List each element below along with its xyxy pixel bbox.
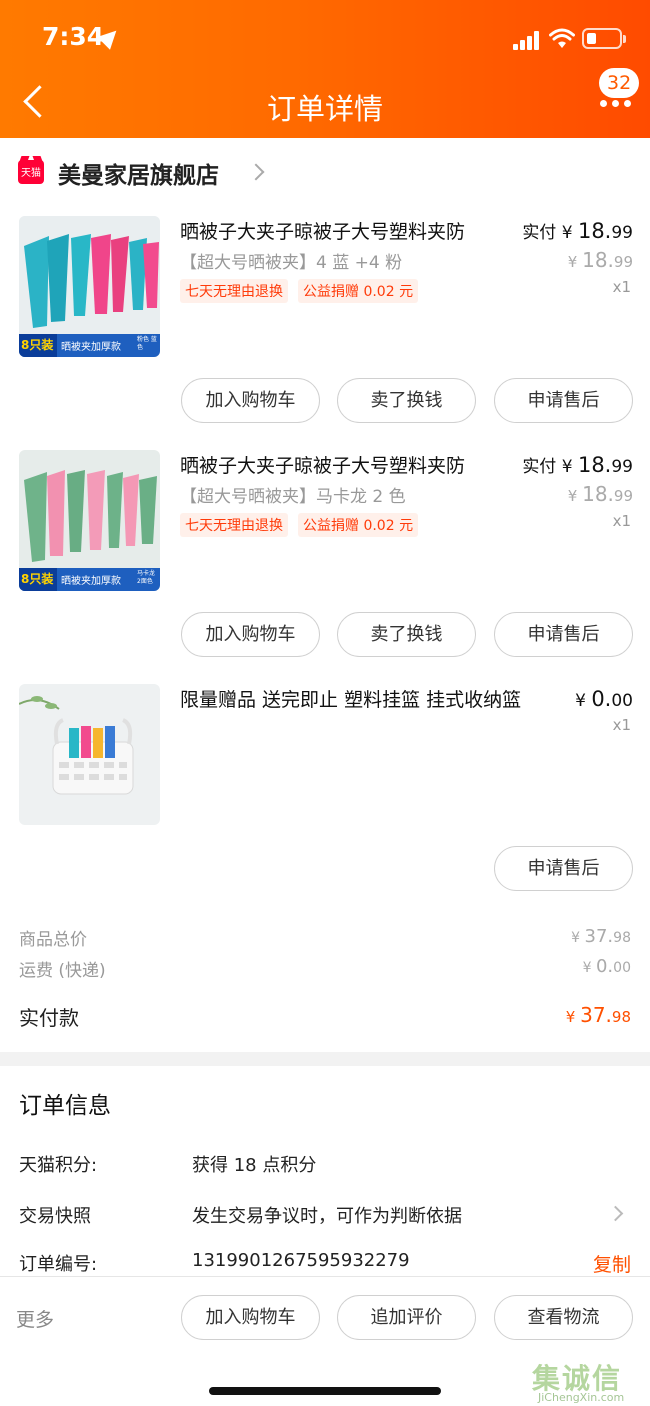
view-logistics-button[interactable]: 查看物流 xyxy=(494,1295,633,1340)
amount-paid-value: ¥ 37.98 xyxy=(565,1003,631,1027)
message-badge: 32 xyxy=(599,68,640,98)
shipping-label: 运费 (快递) xyxy=(19,961,106,981)
product-quantity: x1 xyxy=(612,278,631,296)
product-paid-price: ¥ 0.00 xyxy=(575,687,633,711)
product-paid-price: 实付 ¥ 18.99 xyxy=(522,453,633,477)
resell-button[interactable]: 卖了换钱 xyxy=(337,612,476,657)
product-tags: 七天无理由退换 公益捐赠 0.02 元 xyxy=(180,279,419,303)
chevron-right-icon[interactable] xyxy=(247,163,265,181)
store-name[interactable]: 美曼家居旗舰店 xyxy=(58,156,219,190)
product-quantity: x1 xyxy=(612,512,631,530)
order-number-value: 1319901267595932279 xyxy=(192,1250,410,1271)
tag-return-policy: 七天无理由退换 xyxy=(180,513,288,537)
product-title[interactable]: 晒被子大夹子晾被子大号塑料夹防 xyxy=(180,451,465,478)
shipping-value: ¥ 0.00 xyxy=(582,956,631,977)
product-image[interactable] xyxy=(19,684,160,825)
add-to-cart-button[interactable]: 加入购物车 xyxy=(181,1295,320,1340)
page-title: 订单详情 xyxy=(266,92,383,126)
product-original-price: ¥ 18.99 xyxy=(567,482,633,506)
trade-snapshot-label[interactable]: 交易快照 xyxy=(19,1202,91,1228)
product-original-price: ¥ 18.99 xyxy=(567,248,633,272)
order-number-label: 订单编号: xyxy=(19,1254,98,1275)
product-image-caption: 晒被夹加厚款 xyxy=(61,576,121,587)
home-indicator xyxy=(209,1387,441,1395)
tmall-points-value: 获得 18 点积分 xyxy=(192,1155,317,1176)
status-time: 7:34 xyxy=(42,22,105,51)
signal-icon xyxy=(513,30,541,50)
product-title[interactable]: 晒被子大夹子晾被子大号塑料夹防 xyxy=(180,217,465,244)
product-image[interactable]: 8只装 晒被夹加厚款 粉色 蓝色 xyxy=(19,216,160,357)
more-actions-button[interactable]: 更多 xyxy=(16,1305,54,1332)
tag-return-policy: 七天无理由退换 xyxy=(180,279,288,303)
product-image-badge: 8只装 xyxy=(21,572,54,586)
add-to-cart-button[interactable]: 加入购物车 xyxy=(181,612,320,657)
amount-paid-label: 实付款 xyxy=(19,1006,79,1030)
tag-charity: 公益捐赠 0.02 元 xyxy=(298,279,419,303)
product-image-badge: 8只装 xyxy=(21,338,54,352)
order-info-title: 订单信息 xyxy=(19,1093,111,1119)
product-sku: 【超大号晒被夹】马卡龙 2 色 xyxy=(180,487,406,507)
tmall-logo-icon: 天猫 xyxy=(18,160,44,184)
product-image-note: 马卡龙 2面色 xyxy=(137,570,156,585)
goods-total-label: 商品总价 xyxy=(19,930,87,950)
product-image-note: 粉色 蓝色 xyxy=(137,336,157,351)
resell-button[interactable]: 卖了换钱 xyxy=(337,378,476,423)
battery-icon xyxy=(582,28,626,49)
chevron-right-icon[interactable] xyxy=(607,1205,624,1222)
product-quantity: x1 xyxy=(612,716,631,734)
product-sku: 【超大号晒被夹】4 蓝 +4 粉 xyxy=(180,253,403,273)
product-image[interactable]: 8只装 晒被夹加厚款 马卡龙 2面色 xyxy=(19,450,160,591)
trade-snapshot-value[interactable]: 发生交易争议时，可作为判断依据 xyxy=(192,1202,462,1228)
header-bar: 7:34 订单详情 32 xyxy=(0,0,650,138)
product-image-caption: 晒被夹加厚款 xyxy=(61,342,121,353)
after-sales-button[interactable]: 申请售后 xyxy=(494,378,633,423)
after-sales-button[interactable]: 申请售后 xyxy=(494,846,633,891)
more-menu-button[interactable] xyxy=(598,98,634,112)
tmall-points-label: 天猫积分: xyxy=(19,1155,98,1176)
section-divider xyxy=(0,1052,650,1066)
product-tags: 七天无理由退换 公益捐赠 0.02 元 xyxy=(180,513,419,537)
add-to-cart-button[interactable]: 加入购物车 xyxy=(181,378,320,423)
goods-total-value: ¥ 37.98 xyxy=(571,926,631,947)
copy-order-number-button[interactable]: 复制 xyxy=(593,1250,631,1277)
product-title[interactable]: 限量赠品 送完即止 塑料挂篮 挂式收纳篮 xyxy=(180,685,521,712)
watermark-url: JiChengXin.com xyxy=(538,1391,625,1404)
tag-charity: 公益捐赠 0.02 元 xyxy=(298,513,419,537)
after-sales-button[interactable]: 申请售后 xyxy=(494,612,633,657)
add-review-button[interactable]: 追加评价 xyxy=(337,1295,476,1340)
bottom-action-bar: 更多 加入购物车 追加评价 查看物流 集诚信 JiChengXin.com xyxy=(0,1276,650,1406)
wifi-icon xyxy=(549,28,575,48)
product-paid-price: 实付 ¥ 18.99 xyxy=(522,219,633,243)
